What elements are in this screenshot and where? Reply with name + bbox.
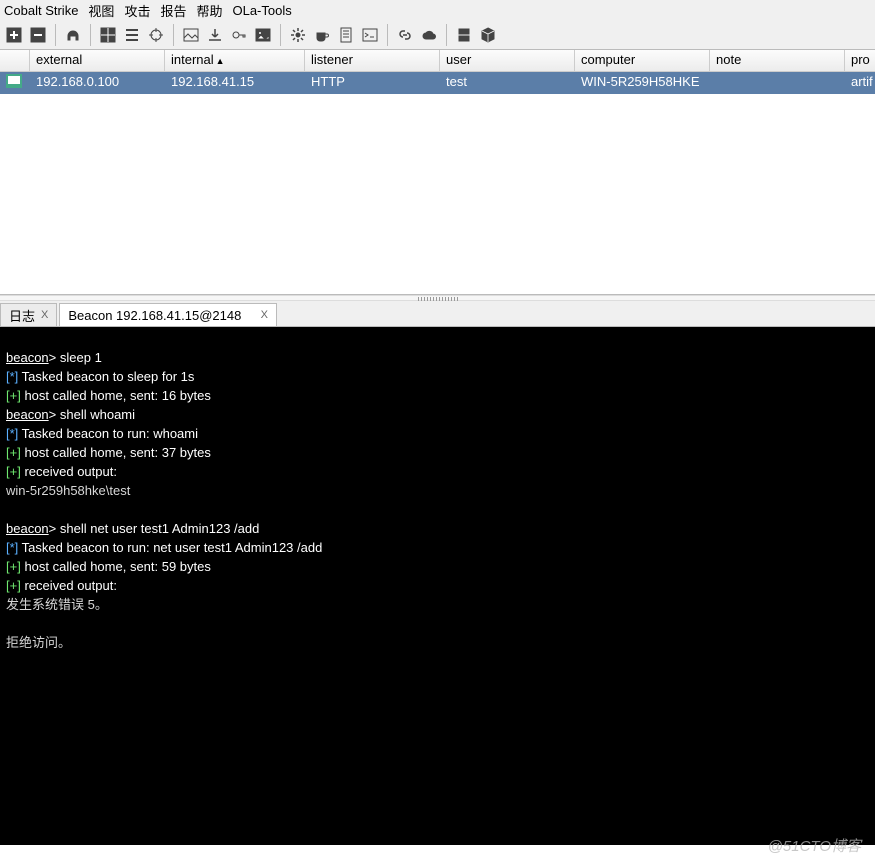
console-text: host called home, sent: 16 bytes (21, 388, 211, 403)
add-icon[interactable] (4, 25, 24, 45)
key-icon[interactable] (229, 25, 249, 45)
close-icon[interactable]: X (261, 309, 268, 321)
cloud-icon[interactable] (419, 25, 439, 45)
separator-icon (55, 24, 56, 46)
download-icon[interactable] (205, 25, 225, 45)
headphones-icon[interactable] (63, 25, 83, 45)
console-prompt: beacon (6, 521, 49, 536)
console-plus: [+] (6, 559, 21, 574)
tab-beacon-label: Beacon 192.168.41.15@2148 (68, 308, 241, 323)
cell-note (710, 72, 845, 94)
col-listener[interactable]: listener (305, 50, 440, 71)
separator-icon (90, 24, 91, 46)
col-note[interactable]: note (710, 50, 845, 71)
console-text: Tasked beacon to run: whoami (18, 426, 198, 441)
tab-beacon[interactable]: Beacon 192.168.41.15@2148 X (59, 303, 277, 326)
sessions-header-row: external internal▲ listener user compute… (0, 50, 875, 72)
col-computer[interactable]: computer (575, 50, 710, 71)
menu-report[interactable]: 报告 (160, 1, 186, 20)
beacon-console[interactable]: beacon> sleep 1 [*] Tasked beacon to sle… (0, 327, 875, 845)
toolbar (0, 20, 875, 50)
console-text: > (49, 521, 60, 536)
col-user[interactable]: user (440, 50, 575, 71)
console-cmd: sleep 1 (60, 350, 102, 365)
console-prompt: beacon (6, 350, 49, 365)
sessions-table: external internal▲ listener user compute… (0, 50, 875, 295)
session-os-icon (0, 72, 30, 94)
cell-computer: WIN-5R259H58HKE (575, 72, 710, 94)
console-plus: [+] (6, 578, 21, 593)
console-star: [*] (6, 369, 18, 384)
menu-help[interactable]: 帮助 (196, 1, 222, 20)
menu-cobaltstrike[interactable]: Cobalt Strike (4, 3, 78, 18)
separator-icon (387, 24, 388, 46)
console-text: host called home, sent: 59 bytes (21, 559, 211, 574)
cell-internal: 192.168.41.15 (165, 72, 305, 94)
image-icon[interactable] (181, 25, 201, 45)
tab-log[interactable]: 日志 X (0, 303, 57, 326)
picture-icon[interactable] (253, 25, 273, 45)
coffee-icon[interactable] (312, 25, 332, 45)
terminal-icon[interactable] (360, 25, 380, 45)
console-text: Tasked beacon to sleep for 1s (18, 369, 194, 384)
col-internal-label: internal (171, 52, 214, 67)
menu-view[interactable]: 视图 (88, 1, 114, 20)
console-star: [*] (6, 540, 18, 555)
console-plus: [+] (6, 388, 21, 403)
separator-icon (280, 24, 281, 46)
gear-icon[interactable] (288, 25, 308, 45)
console-output: 发生系统错误 5。 (6, 597, 108, 612)
console-text: Tasked beacon to run: net user test1 Adm… (18, 540, 322, 555)
console-text: host called home, sent: 37 bytes (21, 445, 211, 460)
console-tabs: 日志 X Beacon 192.168.41.15@2148 X (0, 301, 875, 327)
col-internal[interactable]: internal▲ (165, 50, 305, 71)
console-plus: [+] (6, 445, 21, 460)
crosshair-icon[interactable] (146, 25, 166, 45)
console-output: win-5r259h58hke\test (6, 483, 130, 498)
document-icon[interactable] (336, 25, 356, 45)
remove-icon[interactable] (28, 25, 48, 45)
console-plus: [+] (6, 464, 21, 479)
menu-attack[interactable]: 攻击 (124, 1, 150, 20)
console-cmd: shell net user test1 Admin123 /add (60, 521, 259, 536)
session-row[interactable]: 192.168.0.100 192.168.41.15 HTTP test WI… (0, 72, 875, 94)
grid-icon[interactable] (98, 25, 118, 45)
console-prompt: beacon (6, 407, 49, 422)
cell-external: 192.168.0.100 (30, 72, 165, 94)
console-text: > (49, 350, 60, 365)
console-star: [*] (6, 426, 18, 441)
cell-listener: HTTP (305, 72, 440, 94)
menu-bar: Cobalt Strike 视图 攻击 报告 帮助 OLa-Tools (0, 0, 875, 20)
console-text: received output: (21, 578, 117, 593)
console-text: > (49, 407, 60, 422)
cell-process: artif (845, 72, 875, 94)
link-icon[interactable] (395, 25, 415, 45)
list-icon[interactable] (122, 25, 142, 45)
col-icon[interactable] (0, 50, 30, 71)
separator-icon (173, 24, 174, 46)
console-text: received output: (21, 464, 117, 479)
col-process[interactable]: pro (845, 50, 875, 71)
pane-splitter[interactable] (0, 295, 875, 301)
col-external[interactable]: external (30, 50, 165, 71)
console-output: 拒绝访问。 (6, 635, 71, 650)
cell-user: test (440, 72, 575, 94)
server-icon[interactable] (454, 25, 474, 45)
sort-indicator-icon: ▲ (216, 56, 225, 66)
menu-olatools[interactable]: OLa-Tools (232, 3, 291, 18)
tab-log-label: 日志 (9, 306, 35, 325)
cube-icon[interactable] (478, 25, 498, 45)
close-icon[interactable]: X (41, 309, 48, 321)
console-cmd: shell whoami (60, 407, 135, 422)
separator-icon (446, 24, 447, 46)
watermark: @51CTO博客 (768, 835, 861, 856)
